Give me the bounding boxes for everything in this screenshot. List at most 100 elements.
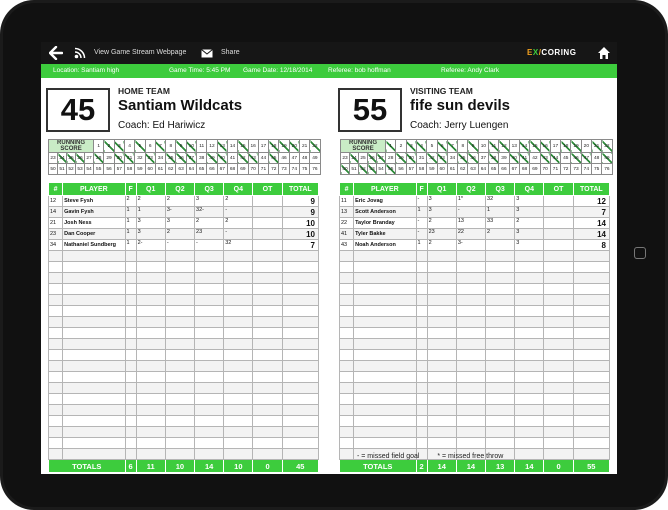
player-cell-name xyxy=(62,360,126,372)
running-cell: 18 xyxy=(560,139,572,153)
player-row[interactable] xyxy=(338,404,611,416)
player-cell-total xyxy=(572,437,611,449)
player-cell-q4 xyxy=(223,448,254,460)
player-row[interactable]: 43 Noah Anderson 1 2 3- 3 8 xyxy=(338,239,611,251)
player-row[interactable] xyxy=(47,437,320,449)
player-cell-total: 7 xyxy=(281,239,320,251)
player-cell-q3 xyxy=(485,283,516,295)
player-row[interactable] xyxy=(338,382,611,394)
player-cell-q1 xyxy=(426,305,457,317)
visitor-team-name: fife sun devils xyxy=(410,97,511,114)
player-cell-ot xyxy=(252,272,283,284)
player-row[interactable] xyxy=(47,360,320,372)
running-row: RUNNING SCORE 1 2 3 4 5 6 7 8 9 10 11 12 13 14 15 16 17 18… xyxy=(47,139,321,153)
player-row[interactable] xyxy=(47,338,320,350)
player-row[interactable]: 41 Tyler Bakke -23 22 2 3 14 xyxy=(338,228,611,240)
running-cell: 6 xyxy=(144,139,156,153)
player-row[interactable] xyxy=(47,448,320,460)
envelope-icon[interactable] xyxy=(201,49,213,58)
player-cell-ot xyxy=(252,448,283,460)
running-cell: 39 xyxy=(206,152,218,164)
player-cell-q2 xyxy=(455,261,487,273)
player-row[interactable]: 21 Josh Ness 1 3 3 2 2 10 xyxy=(47,217,320,229)
player-row[interactable] xyxy=(47,272,320,284)
column-header: # xyxy=(338,182,355,196)
player-row[interactable]: 14 Gavin Fysh 1 1 3- 32- -9 xyxy=(47,206,320,218)
player-cell-q2 xyxy=(455,404,487,416)
player-row[interactable]: 12 Steve Fysh 2 2 2 3 2 9 xyxy=(47,195,320,207)
player-row[interactable] xyxy=(338,294,611,306)
player-row[interactable] xyxy=(338,426,611,438)
running-cell: 60 xyxy=(436,163,448,175)
player-row[interactable] xyxy=(338,393,611,405)
player-row[interactable] xyxy=(338,305,611,317)
totals-total: 55 xyxy=(572,459,611,473)
player-row[interactable] xyxy=(47,261,320,273)
player-cell-ot xyxy=(543,338,574,350)
player-row[interactable] xyxy=(47,404,320,416)
player-row[interactable] xyxy=(338,437,611,449)
running-cell: 72 xyxy=(268,163,280,175)
player-row[interactable] xyxy=(47,382,320,394)
player-cell-q4: 3 xyxy=(514,195,545,207)
running-cell: 47 xyxy=(288,152,301,164)
player-row[interactable] xyxy=(338,327,611,339)
player-cell-q1 xyxy=(135,371,166,383)
player-row[interactable] xyxy=(338,261,611,273)
player-cell-total: 8 xyxy=(572,239,611,251)
player-row[interactable] xyxy=(338,349,611,361)
running-cell: 69 xyxy=(529,163,541,175)
home-icon[interactable] xyxy=(597,46,611,60)
player-cell-q3 xyxy=(485,338,516,350)
player-row[interactable] xyxy=(338,338,611,350)
player-row[interactable] xyxy=(47,327,320,339)
player-row[interactable]: 11 Eric Jovag -3 1* 32 3 12 xyxy=(338,195,611,207)
share-link[interactable]: Share xyxy=(221,42,240,64)
player-row[interactable] xyxy=(47,294,320,306)
back-arrow-icon[interactable] xyxy=(49,46,63,60)
player-row[interactable] xyxy=(47,393,320,405)
player-cell-q2 xyxy=(164,404,196,416)
player-row[interactable] xyxy=(338,316,611,328)
player-cell-q2 xyxy=(164,327,196,339)
player-row[interactable] xyxy=(47,283,320,295)
running-cell: 65 xyxy=(196,163,208,175)
running-cell: 59 xyxy=(426,163,438,175)
stream-icon[interactable] xyxy=(74,47,87,59)
player-row[interactable] xyxy=(47,415,320,427)
player-row[interactable]: 23 Dan Cooper 1 3 2 23-10 xyxy=(47,228,320,240)
player-cell-q1: 3 xyxy=(135,217,166,229)
player-row[interactable] xyxy=(338,371,611,383)
player-cell-total: 12 xyxy=(572,195,611,207)
totals-row: TOTALS 6 11 10 14 10 0 45 xyxy=(48,459,320,473)
player-cell-q4 xyxy=(514,382,545,394)
player-row[interactable] xyxy=(338,360,611,372)
player-row[interactable] xyxy=(47,305,320,317)
player-row[interactable] xyxy=(47,349,320,361)
player-row[interactable]: 22 Taylor Branday -2 13 33 2 14 xyxy=(338,217,611,229)
player-row[interactable] xyxy=(47,250,320,262)
player-cell-q1 xyxy=(135,305,166,317)
player-row[interactable] xyxy=(47,316,320,328)
player-cell-q1 xyxy=(135,349,166,361)
player-row[interactable]: 34 Nathaniel Sundberg 1 2- - -32 7 xyxy=(47,239,320,251)
player-cell-num xyxy=(338,327,355,339)
player-row[interactable] xyxy=(47,371,320,383)
player-cell-q4 xyxy=(223,360,254,372)
player-cell-q1 xyxy=(135,437,166,449)
player-row[interactable] xyxy=(338,415,611,427)
player-cell-total xyxy=(572,349,611,361)
player-row[interactable] xyxy=(338,283,611,295)
player-cell-f xyxy=(415,316,428,328)
running-cell: 10 xyxy=(477,139,490,153)
header-row: # PLAYER F Q1 Q2 Q3 Q4 OT TOTAL xyxy=(338,182,611,196)
player-row[interactable]: 13 Scott Anderson 1 3-1 3 7 xyxy=(338,206,611,218)
tablet-home-button[interactable] xyxy=(634,247,646,259)
running-cell: 63 xyxy=(467,163,479,175)
player-row[interactable] xyxy=(338,272,611,284)
view-stream-link[interactable]: View Game Stream Webpage xyxy=(94,42,186,64)
player-cell-total xyxy=(572,415,611,427)
player-row[interactable] xyxy=(47,426,320,438)
player-cell-q4 xyxy=(223,316,254,328)
player-row[interactable] xyxy=(338,250,611,262)
